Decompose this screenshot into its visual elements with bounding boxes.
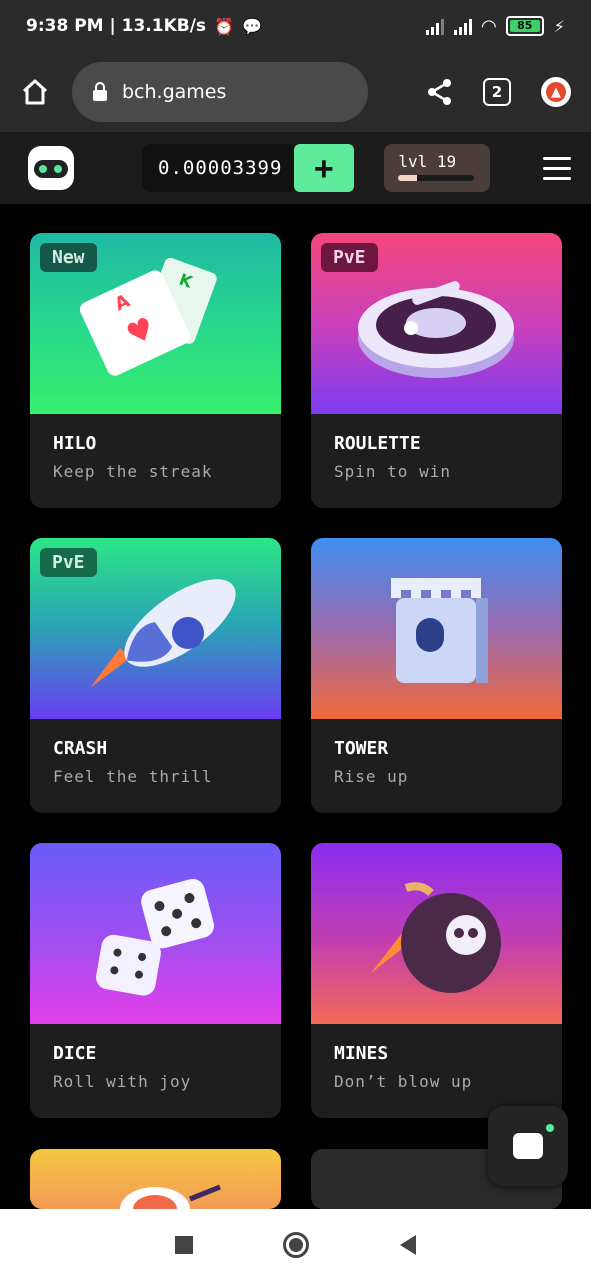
messenger-icon: 💬 (241, 16, 262, 36)
share-icon[interactable] (427, 78, 453, 106)
game-card-tower[interactable]: TOWER Rise up (311, 538, 562, 813)
url-bar[interactable]: bch.games (72, 62, 368, 122)
mines-art (311, 843, 562, 1024)
game-card-hilo[interactable]: K A ♥ New HILO Keep the streak (30, 233, 281, 508)
card-subtitle: Don’t blow up (334, 1072, 473, 1091)
android-nav-bar (0, 1209, 591, 1280)
balance-display[interactable]: 0.00003399 + (142, 144, 355, 192)
browser-toolbar: bch.games 2 ▲ (0, 52, 591, 132)
card-title: DICE (53, 1043, 97, 1064)
battery-icon: 85 (505, 16, 544, 36)
card-subtitle: Roll with joy (53, 1072, 192, 1091)
recents-icon[interactable] (175, 1235, 194, 1254)
notification-dot (546, 1124, 554, 1132)
alarm-icon: ⏰ (214, 16, 234, 36)
level-progress-bar (398, 175, 475, 181)
card-title: TOWER (334, 738, 389, 759)
signal-icon (425, 17, 444, 35)
game-card-roulette[interactable]: PvE ROULETTE Spin to win (311, 233, 562, 508)
deposit-button[interactable]: + (294, 144, 355, 192)
level-badge[interactable]: lvl 19 (384, 144, 491, 192)
tower-icon (391, 578, 488, 683)
game-card-dice[interactable]: DICE Roll with joy (30, 843, 281, 1118)
site-logo[interactable] (28, 146, 74, 190)
tower-art (311, 538, 562, 719)
card-tag: PvE (40, 548, 97, 577)
chat-button[interactable] (488, 1106, 568, 1186)
site-header: 0.00003399 + lvl 19 (0, 132, 591, 204)
game-card-crash[interactable]: PvE CRASH Feel the thrill (30, 538, 281, 813)
tabs-button[interactable]: 2 (483, 78, 511, 106)
card-tag: New (40, 243, 97, 272)
chat-icon (513, 1133, 543, 1159)
home-nav-icon[interactable] (283, 1231, 310, 1258)
home-icon[interactable] (20, 77, 50, 107)
card-subtitle: Keep the streak (53, 462, 213, 481)
dart-icon (120, 1184, 221, 1209)
card-subtitle: Spin to win (334, 462, 451, 481)
lock-icon (93, 82, 107, 101)
card-subtitle: Rise up (334, 767, 409, 786)
signal-icon-2 (453, 17, 472, 35)
roulette-art: PvE (311, 233, 562, 414)
card-title: ROULETTE (334, 433, 421, 454)
game-card-mines[interactable]: MINES Don’t blow up (311, 843, 562, 1118)
charging-icon: ⚡ (553, 16, 565, 36)
status-time: 9:38 PM | 13.1KB/s (26, 16, 207, 36)
bomb-icon (371, 882, 501, 993)
url-text: bch.games (122, 81, 227, 103)
level-label: lvl 19 (398, 152, 457, 171)
card-title: HILO (53, 433, 97, 454)
crash-art: PvE (30, 538, 281, 719)
battery-level: 85 (509, 20, 540, 32)
status-bar: 9:38 PM | 13.1KB/s ⏰ 💬 ◠ 85 ⚡ (0, 0, 591, 52)
wifi-icon: ◠ (481, 15, 496, 37)
card-title: MINES (334, 1043, 389, 1064)
partial-art (30, 1149, 281, 1209)
game-card-partial-1[interactable] (30, 1149, 281, 1209)
card-tag: PvE (321, 243, 378, 272)
dice-art (30, 843, 281, 1024)
card-subtitle: Feel the thrill (53, 767, 213, 786)
hilo-art: K A ♥ New (30, 233, 281, 414)
back-icon[interactable] (399, 1234, 416, 1255)
balance-value: 0.00003399 (158, 157, 283, 179)
dice-icon (96, 878, 215, 996)
update-icon[interactable]: ▲ (541, 77, 571, 107)
card-title: CRASH (53, 738, 108, 759)
gamepad-icon (34, 160, 68, 178)
menu-icon[interactable] (543, 156, 571, 180)
